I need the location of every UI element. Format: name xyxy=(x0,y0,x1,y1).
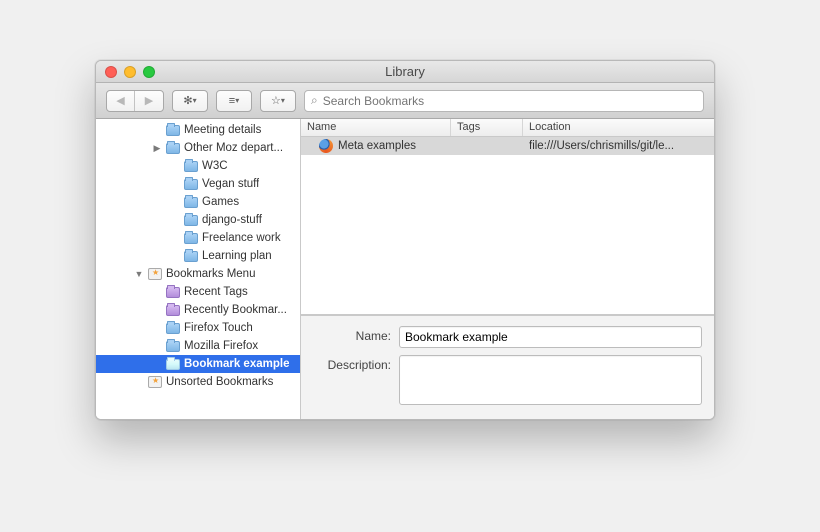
traffic-lights xyxy=(96,66,155,78)
sidebar-item-label: Freelance work xyxy=(202,232,281,244)
firefox-icon xyxy=(319,139,333,153)
sidebar-item[interactable]: Mozilla Firefox xyxy=(96,337,300,355)
zoom-window-button[interactable] xyxy=(143,66,155,78)
sidebar-item-label: Bookmark example xyxy=(184,358,289,370)
cell-location: file:///Users/chrismills/git/le... xyxy=(523,140,714,152)
detail-pane: Name: Description: xyxy=(301,315,714,419)
sidebar-item[interactable]: Freelance work xyxy=(96,229,300,247)
smart-icon xyxy=(166,305,180,316)
col-location[interactable]: Location xyxy=(523,119,714,136)
sidebar-item[interactable]: ▶ Other Moz depart... xyxy=(96,139,300,157)
content-area: Meeting details ▶ Other Moz depart... W3C Ve… xyxy=(96,119,714,419)
titlebar: Library xyxy=(96,61,714,83)
list-header: Name Tags Location xyxy=(301,119,714,137)
sidebar-item-label: W3C xyxy=(202,160,228,172)
bookmark-name: Meta examples xyxy=(338,140,416,152)
folder-icon xyxy=(166,359,180,370)
description-field[interactable] xyxy=(399,355,702,405)
bookmark-row[interactable]: Meta examples file:///Users/chrismills/gi… xyxy=(301,137,714,155)
sidebar-item[interactable]: Recently Bookmar... xyxy=(96,301,300,319)
sidebar-item[interactable]: Recent Tags xyxy=(96,283,300,301)
minimize-window-button[interactable] xyxy=(124,66,136,78)
sidebar-tree[interactable]: Meeting details ▶ Other Moz depart... W3C Ve… xyxy=(96,119,301,419)
chevron-down-icon: ▾ xyxy=(193,96,197,105)
menu-icon xyxy=(148,268,162,280)
folder-icon xyxy=(166,143,180,154)
forward-icon: ▶ xyxy=(145,94,153,107)
folder-icon xyxy=(184,215,198,226)
sidebar-item[interactable]: Meeting details xyxy=(96,121,300,139)
sidebar-item[interactable]: W3C xyxy=(96,157,300,175)
sidebar-item-label: Firefox Touch xyxy=(184,322,253,334)
search-field[interactable]: ⌕ xyxy=(304,90,704,112)
sidebar-item-label: Unsorted Bookmarks xyxy=(166,376,273,388)
back-icon: ◀ xyxy=(116,94,124,107)
back-button[interactable]: ◀ xyxy=(107,91,135,111)
sidebar-item[interactable]: Firefox Touch xyxy=(96,319,300,337)
disclosure-triangle-icon[interactable]: ▶ xyxy=(152,143,162,154)
folder-icon xyxy=(184,233,198,244)
sidebar-item-label: Bookmarks Menu xyxy=(166,268,255,280)
col-name[interactable]: Name xyxy=(301,119,451,136)
list-icon: ≡ ▾ xyxy=(217,91,251,111)
close-window-button[interactable] xyxy=(105,66,117,78)
search-icon: ⌕ xyxy=(311,93,318,108)
views-menu[interactable]: ≡ ▾ xyxy=(216,90,252,112)
sidebar-item[interactable]: Vegan stuff xyxy=(96,175,300,193)
folder-icon xyxy=(184,197,198,208)
forward-button[interactable]: ▶ xyxy=(135,91,163,111)
sidebar-item-label: Recent Tags xyxy=(184,286,248,298)
description-label: Description: xyxy=(313,355,391,372)
main-pane: Name Tags Location Meta examples file:///… xyxy=(301,119,714,419)
smart-icon xyxy=(166,287,180,298)
unsorted-icon xyxy=(148,376,162,388)
search-input[interactable] xyxy=(323,94,697,108)
folder-icon xyxy=(184,179,198,190)
organize-menu[interactable]: ✻ ▾ xyxy=(172,90,208,112)
bookmark-list[interactable]: Meta examples file:///Users/chrismills/gi… xyxy=(301,137,714,315)
sidebar-item[interactable]: Learning plan xyxy=(96,247,300,265)
import-menu[interactable]: ☆ ▾ xyxy=(260,90,296,112)
library-window: Library ◀ ▶ ✻ ▾ ≡ ▾ ☆ ▾ ⌕ Meeting detail… xyxy=(95,60,715,420)
sidebar-item[interactable]: Bookmark example xyxy=(96,355,300,373)
folder-icon xyxy=(166,341,180,352)
nav-buttons: ◀ ▶ xyxy=(106,90,164,112)
toolbar: ◀ ▶ ✻ ▾ ≡ ▾ ☆ ▾ ⌕ xyxy=(96,83,714,119)
sidebar-item[interactable]: django-stuff xyxy=(96,211,300,229)
cell-name: Meta examples xyxy=(301,139,451,153)
sidebar-item-label: Games xyxy=(202,196,239,208)
folder-icon xyxy=(166,323,180,334)
sidebar-item-label: Mozilla Firefox xyxy=(184,340,258,352)
window-title: Library xyxy=(96,64,714,79)
sidebar-item[interactable]: Unsorted Bookmarks xyxy=(96,373,300,391)
sidebar-item-label: Recently Bookmar... xyxy=(184,304,287,316)
sidebar-item[interactable]: Games xyxy=(96,193,300,211)
gear-icon: ✻ ▾ xyxy=(173,91,207,111)
sidebar-item[interactable]: ▼ Bookmarks Menu xyxy=(96,265,300,283)
sidebar-item-label: django-stuff xyxy=(202,214,262,226)
star-icon: ☆ ▾ xyxy=(261,91,295,111)
disclosure-triangle-icon[interactable]: ▼ xyxy=(134,269,144,279)
sidebar-item-label: Meeting details xyxy=(184,124,261,136)
name-label: Name: xyxy=(313,326,391,343)
chevron-down-icon: ▾ xyxy=(235,96,239,105)
col-tags[interactable]: Tags xyxy=(451,119,523,136)
folder-icon xyxy=(184,161,198,172)
folder-icon xyxy=(166,125,180,136)
folder-icon xyxy=(184,251,198,262)
name-field[interactable] xyxy=(399,326,702,348)
sidebar-item-label: Vegan stuff xyxy=(202,178,259,190)
chevron-down-icon: ▾ xyxy=(281,96,285,105)
sidebar-item-label: Other Moz depart... xyxy=(184,142,283,154)
sidebar-item-label: Learning plan xyxy=(202,250,272,262)
